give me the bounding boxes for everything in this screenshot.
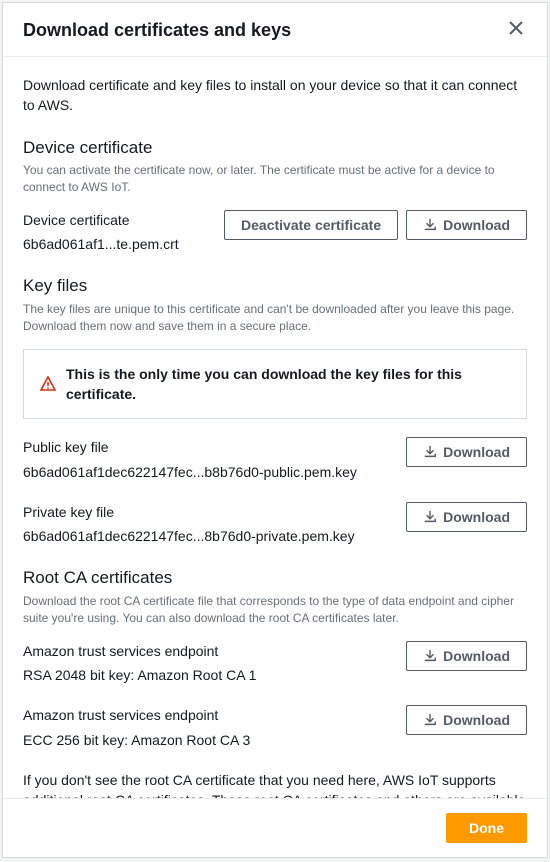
device-cert-value: 6b6ad061af1...te.pem.crt xyxy=(23,234,216,254)
download-label: Download xyxy=(443,712,510,728)
close-icon xyxy=(509,21,523,35)
download-device-cert-button[interactable]: Download xyxy=(406,210,527,240)
download-public-key-button[interactable]: Download xyxy=(406,437,527,467)
private-key-value: 6b6ad061af1dec622147fec...8b76d0-private… xyxy=(23,526,398,546)
download-label: Download xyxy=(443,217,510,233)
root-ca-desc: Download the root CA certificate file th… xyxy=(23,593,527,627)
warning-icon xyxy=(40,376,56,392)
root-ca-ecc-label: Amazon trust services endpoint xyxy=(23,705,398,725)
root-ca-extra: If you don't see the root CA certificate… xyxy=(23,770,527,798)
public-key-row: Public key file 6b6ad061af1dec622147fec.… xyxy=(23,437,527,482)
close-button[interactable] xyxy=(505,17,527,44)
modal-footer: Done xyxy=(3,798,547,857)
modal-header: Download certificates and keys xyxy=(3,3,547,57)
root-ca-rsa-row: Amazon trust services endpoint RSA 2048 … xyxy=(23,641,527,686)
download-icon xyxy=(423,649,437,663)
root-ca-rsa-value: RSA 2048 bit key: Amazon Root CA 1 xyxy=(23,665,398,685)
download-icon xyxy=(423,510,437,524)
key-files-alert: This is the only time you can download t… xyxy=(23,349,527,420)
download-label: Download xyxy=(443,648,510,664)
private-key-label: Private key file xyxy=(23,502,398,522)
download-certs-modal: Download certificates and keys Download … xyxy=(2,2,548,858)
intro-text: Download certificate and key files to in… xyxy=(23,75,527,116)
deactivate-cert-button[interactable]: Deactivate certificate xyxy=(224,210,398,240)
download-root-ca-rsa-button[interactable]: Download xyxy=(406,641,527,671)
device-cert-label: Device certificate xyxy=(23,210,216,230)
alert-text: This is the only time you can download t… xyxy=(66,364,510,405)
root-ca-heading: Root CA certificates xyxy=(23,566,527,591)
private-key-row: Private key file 6b6ad061af1dec622147fec… xyxy=(23,502,527,547)
public-key-label: Public key file xyxy=(23,437,398,457)
device-cert-desc: You can activate the certificate now, or… xyxy=(23,162,527,196)
done-button[interactable]: Done xyxy=(446,813,527,843)
device-cert-row: Device certificate 6b6ad061af1...te.pem.… xyxy=(23,210,527,255)
download-label: Download xyxy=(443,444,510,460)
root-ca-extra-text: If you don't see the root CA certificate… xyxy=(23,772,525,798)
device-cert-heading: Device certificate xyxy=(23,136,527,161)
download-icon xyxy=(423,218,437,232)
modal-body: Download certificate and key files to in… xyxy=(3,57,547,798)
download-private-key-button[interactable]: Download xyxy=(406,502,527,532)
root-ca-ecc-value: ECC 256 bit key: Amazon Root CA 3 xyxy=(23,730,398,750)
download-label: Download xyxy=(443,509,510,525)
root-ca-ecc-row: Amazon trust services endpoint ECC 256 b… xyxy=(23,705,527,750)
public-key-value: 6b6ad061af1dec622147fec...b8b76d0-public… xyxy=(23,462,398,482)
key-files-desc: The key files are unique to this certifi… xyxy=(23,301,527,335)
root-ca-rsa-label: Amazon trust services endpoint xyxy=(23,641,398,661)
key-files-heading: Key files xyxy=(23,274,527,299)
modal-title: Download certificates and keys xyxy=(23,20,291,41)
download-icon xyxy=(423,713,437,727)
download-root-ca-ecc-button[interactable]: Download xyxy=(406,705,527,735)
download-icon xyxy=(423,445,437,459)
